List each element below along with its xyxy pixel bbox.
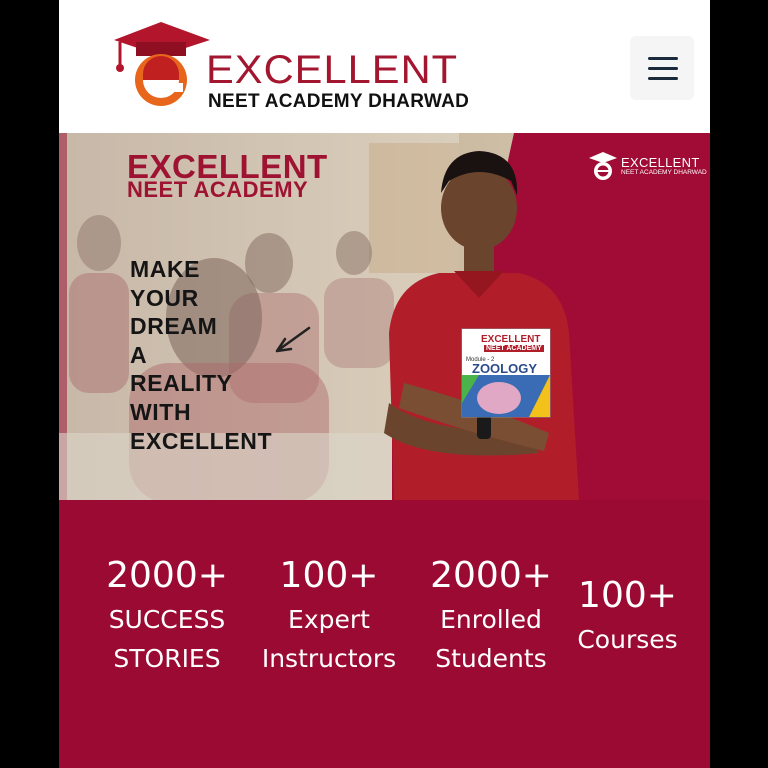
hamburger-menu-icon-bar [648, 77, 678, 80]
hero-tagline-line: A [130, 341, 148, 368]
hero-mini-logo-subtitle: NEET ACADEMY DHARWAD [621, 169, 707, 176]
graduation-cap-logo-icon [114, 22, 210, 106]
stat-expert-instructors: 100+ Expert Instructors [249, 558, 409, 678]
hamburger-menu-button[interactable] [630, 36, 694, 100]
book-subject: ZOOLOGY [472, 361, 537, 376]
stat-success-stories: 2000+ SUCCESS STORIES [87, 558, 247, 678]
stat-value: 100+ [279, 555, 379, 596]
stat-courses: 100+ Courses [565, 578, 690, 659]
hero-tagline-line: MAKE [130, 256, 201, 282]
hamburger-menu-icon-bar [648, 57, 678, 60]
hero-tagline-line: REALITY [130, 370, 233, 397]
stat-label: Instructors [261, 644, 397, 673]
graduation-cap-logo-icon [589, 152, 617, 180]
stat-label: Expert [288, 605, 370, 634]
book-brand-subtitle: NEET ACADEMY [484, 345, 544, 352]
stat-value: 100+ [578, 575, 677, 616]
stat-label: STORIES [113, 644, 221, 673]
logo-subtitle: NEET ACADEMY DHARWAD [208, 91, 470, 112]
stats-section: 2000+ SUCCESS STORIES 100+ Expert Instru… [59, 500, 710, 768]
hero-tagline-line: EXCELLENT [130, 427, 273, 454]
stat-label: Students [435, 644, 547, 673]
hamburger-menu-icon-bar [648, 67, 678, 70]
stat-label: Courses [577, 625, 678, 654]
hero-tagline-line: DREAM [130, 313, 218, 340]
stat-value: 2000+ [430, 555, 552, 596]
hero-banner[interactable]: EXCELLENT NEET ACADEMY MAKE YOUR DREAM A… [59, 133, 710, 500]
hero-mini-logo: EXCELLENT NEET ACADEMY DHARWAD [587, 151, 707, 185]
hero-tagline-line: WITH [130, 398, 192, 425]
page: EXCELLENT NEET ACADEMY DHARWAD EXCELLENT… [59, 0, 710, 768]
hero-headline-subtitle: NEET ACADEMY [127, 177, 309, 202]
site-header: EXCELLENT NEET ACADEMY DHARWAD [59, 0, 710, 133]
stat-label: Enrolled [440, 605, 542, 634]
stat-value: 2000+ [106, 555, 228, 596]
book-brand: EXCELLENT [481, 334, 541, 345]
site-logo[interactable]: EXCELLENT NEET ACADEMY DHARWAD [106, 18, 486, 118]
hero-mini-logo-title: EXCELLENT [621, 155, 700, 170]
hero-tagline-line: YOUR [130, 284, 199, 311]
stat-enrolled-students: 2000+ Enrolled Students [411, 558, 571, 678]
stat-label: SUCCESS [108, 605, 226, 634]
hero-tagline: MAKE YOUR DREAM A REALITY WITH EXCELLENT [130, 255, 330, 455]
logo-title: EXCELLENT [206, 48, 459, 92]
